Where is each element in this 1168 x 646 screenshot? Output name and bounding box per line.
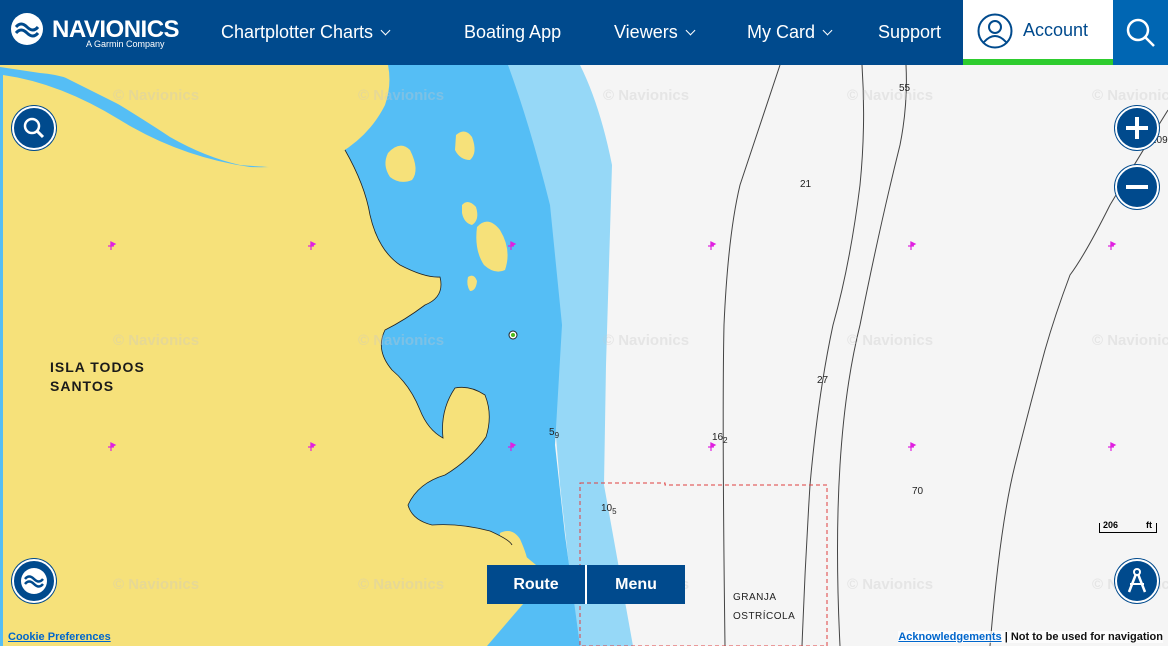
depth-sounding: 55 — [899, 83, 910, 96]
account-button[interactable]: Account — [963, 0, 1113, 65]
nautical-chart-map[interactable]: © Navionics © Navionics © Navionics © Na… — [0, 65, 1168, 646]
navionics-logo[interactable]: NAVIONICS A Garmin Company — [10, 12, 180, 52]
user-icon — [977, 13, 1013, 49]
anchorage-marker-icon — [1108, 442, 1117, 451]
grid-markers — [108, 241, 1117, 451]
island-label-line: ISLA TODOS — [50, 359, 145, 375]
anchorage-marker-icon — [908, 442, 917, 451]
anchorage-marker-icon — [108, 442, 117, 451]
nav-label: My Card — [747, 22, 816, 42]
nav-label: Viewers — [614, 22, 678, 42]
anchorage-marker-icon — [708, 241, 717, 250]
depth-sounding: 70 — [912, 486, 923, 499]
menu-button[interactable]: Menu — [587, 565, 685, 604]
poi-label-line: OSTRÍCOLA — [733, 611, 796, 622]
anchorage-marker-icon — [108, 241, 117, 250]
search-icon — [1126, 18, 1155, 47]
anchorage-marker-icon — [508, 442, 517, 451]
depth-decimal: 9 — [554, 431, 560, 440]
depth-decimal: 2 — [723, 436, 728, 445]
island-label-line: SANTOS — [50, 378, 115, 394]
route-menu-group: Route Menu — [487, 565, 685, 604]
map-search-button[interactable] — [12, 106, 56, 150]
plus-icon — [1126, 117, 1148, 139]
nav-label: Boating App — [464, 22, 562, 42]
poi-label: GRANJA OSTRÍCOLA — [733, 588, 795, 626]
disclaimer-text: | Not to be used for navigation — [1004, 631, 1163, 643]
nav-boating-app[interactable]: Boating App — [464, 0, 561, 65]
nav-my-card[interactable]: My Card — [747, 0, 833, 65]
tools-button[interactable] — [1115, 559, 1159, 603]
minus-icon — [1126, 185, 1148, 189]
compass-icon — [1127, 568, 1147, 593]
header-search-button[interactable] — [1113, 0, 1168, 65]
depth-value: 10 — [601, 503, 613, 514]
brand-subtitle: A Garmin Company — [86, 39, 165, 49]
attribution: Acknowledgements | Not to be used for na… — [898, 631, 1163, 643]
depth-decimal: 5 — [612, 507, 617, 516]
chevron-down-icon — [685, 25, 696, 36]
scale-value: 206 — [1103, 520, 1119, 530]
nav-label: Support — [878, 22, 942, 42]
island-label: ISLA TODOS SANTOS — [50, 358, 145, 396]
chevron-down-icon — [380, 25, 391, 36]
layers-icon — [21, 568, 47, 594]
nav-chartplotter-charts[interactable]: Chartplotter Charts — [221, 0, 391, 65]
poi-label-line: GRANJA — [733, 592, 777, 603]
depth-sounding: 105 — [601, 503, 617, 516]
nav-label: Chartplotter Charts — [221, 22, 374, 42]
search-icon — [23, 117, 45, 139]
account-label: Account — [1023, 20, 1089, 40]
anchorage-marker-icon — [1108, 241, 1117, 250]
scale-bar: 206 ft — [1099, 518, 1157, 533]
depth-value: 70 — [912, 486, 924, 497]
depth-sounding: 21 — [800, 179, 811, 192]
depth-sounding: 27 — [817, 375, 828, 388]
layers-button[interactable] — [12, 559, 56, 603]
navionics-logo-icon — [11, 13, 43, 45]
nav-viewers[interactable]: Viewers — [614, 0, 696, 65]
depth-value: 16 — [712, 432, 724, 443]
route-button[interactable]: Route — [487, 565, 585, 604]
depth-value: 21 — [800, 179, 812, 190]
chevron-down-icon — [822, 25, 833, 36]
anchorage-marker-icon — [308, 442, 317, 451]
scale-unit: ft — [1146, 520, 1152, 530]
zoom-out-button[interactable] — [1115, 165, 1159, 209]
depth-sounding: 59 — [549, 427, 559, 440]
zoom-in-button[interactable] — [1115, 106, 1159, 150]
anchorage-marker-icon — [508, 241, 517, 250]
depth-value: 27 — [817, 375, 829, 386]
top-navigation-bar: NAVIONICS A Garmin Company Chartplotter … — [0, 0, 1168, 65]
depth-value: 55 — [899, 83, 911, 94]
depth-sounding: 162 — [712, 432, 728, 445]
anchorage-marker-icon — [308, 241, 317, 250]
anchorage-marker-icon — [908, 241, 917, 250]
cookie-preferences-link[interactable]: Cookie Preferences — [8, 631, 111, 643]
nav-support[interactable]: Support — [878, 0, 941, 65]
acknowledgements-link[interactable]: Acknowledgements — [898, 631, 1001, 643]
